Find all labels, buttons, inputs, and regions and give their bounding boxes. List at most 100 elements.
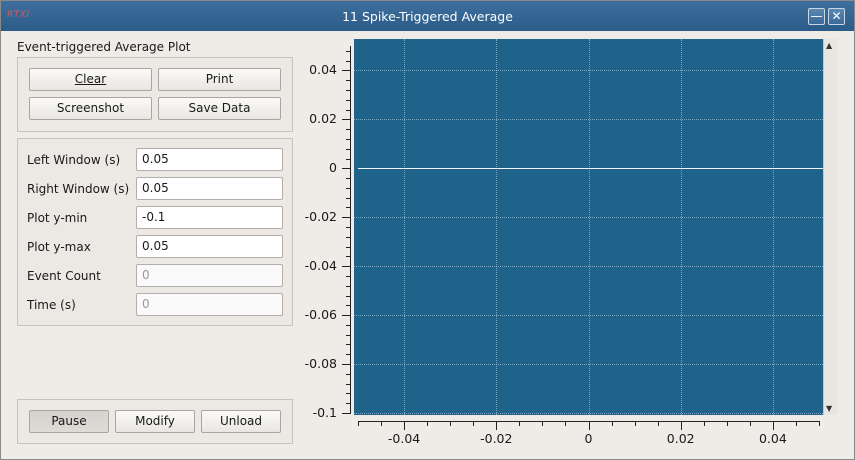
y-minor-tick [346,80,350,81]
x-gridline [496,39,498,415]
y-minor-tick [346,325,350,326]
param-label-right-window: Right Window (s) [27,182,130,196]
y-minor-tick [346,384,350,385]
y-minor-tick [346,305,350,306]
y-minor-tick [346,61,350,62]
x-gridline [772,39,774,415]
y-minor-tick [346,256,350,257]
clear-button[interactable]: Clear [29,68,152,91]
unload-button[interactable]: Unload [201,410,281,433]
y-tick-label: -0.04 [304,258,337,274]
y-minor-tick [346,413,350,414]
y-minor-tick [346,344,350,345]
param-label-plot-ymin: Plot y-min [27,211,88,225]
y-minor-tick [346,354,350,355]
pause-button[interactable]: Pause [29,410,109,433]
y-minor-tick [346,90,350,91]
window-title: 11 Spike-Triggered Average [342,9,513,24]
y-tick-label: -0.02 [304,209,337,225]
plot-scrollbar[interactable]: ▲ ▼ [823,39,838,415]
y-minor-tick [346,296,350,297]
y-tick-label: 0 [329,160,337,176]
plot-area[interactable] [354,39,823,415]
y-tick-label: -0.1 [312,405,337,420]
plot-ymax-input[interactable]: 0.05 [136,235,283,258]
x-minor-tick [404,422,405,426]
x-gridline [404,39,406,415]
modify-button[interactable]: Modify [115,410,195,433]
y-tick-label: -0.08 [304,356,337,372]
plugin-window: RTXI 11 Spike-Triggered Average — ✕ Even… [0,0,855,460]
y-minor-tick [346,247,350,248]
param-label-left-window: Left Window (s) [27,153,121,167]
y-axis [350,46,351,414]
left-window-input[interactable]: 0.05 [136,148,283,171]
y-minor-tick [346,110,350,111]
x-minor-tick [496,422,497,426]
x-gridline [588,39,590,415]
x-tick-label: -0.02 [480,431,513,446]
y-minor-tick [346,227,350,228]
title-bar[interactable]: RTXI 11 Spike-Triggered Average — ✕ [1,1,854,31]
param-label-plot-ymax: Plot y-max [27,240,91,254]
y-minor-tick [346,403,350,404]
x-gridline [680,39,682,415]
y-minor-tick [346,119,350,120]
x-minor-tick [519,422,520,426]
time-field: 0 [136,293,283,316]
x-minor-tick [542,422,543,426]
x-minor-tick [450,422,451,426]
x-minor-tick [750,422,751,426]
x-minor-tick [819,422,820,426]
x-minor-tick [565,422,566,426]
y-minor-tick [346,188,350,189]
y-minor-tick [346,129,350,130]
controls-group: Pause Modify Unload [17,399,293,444]
y-tick-label: -0.06 [304,307,337,323]
x-minor-tick [358,422,359,426]
y-minor-tick [346,70,350,71]
y-minor-tick [346,207,350,208]
y-minor-tick [346,178,350,179]
x-tick-label: 0.02 [666,431,695,446]
x-minor-tick [796,422,797,426]
y-minor-tick [346,335,350,336]
scroll-up-icon[interactable]: ▲ [826,41,832,50]
minimize-button[interactable]: — [808,8,825,25]
x-tick-label: 0 [584,431,593,446]
plot-ymin-input[interactable]: -0.1 [136,206,283,229]
y-minor-tick [346,364,350,365]
y-minor-tick [346,149,350,150]
panel-title: Event-triggered Average Plot [17,40,191,54]
clear-button-label: Clear [74,72,107,86]
x-minor-tick [635,422,636,426]
minimize-icon: — [810,9,823,23]
x-minor-tick [727,422,728,426]
x-tick-label: 0.04 [758,431,787,446]
x-tick-label: -0.04 [387,431,421,446]
event-count-field: 0 [136,264,283,287]
x-minor-tick [381,422,382,426]
x-minor-tick [773,422,774,426]
y-minor-tick [346,139,350,140]
y-minor-tick [346,198,350,199]
y-tick-label: 0.04 [309,62,337,78]
y-minor-tick [346,159,350,160]
y-minor-tick [346,276,350,277]
x-minor-tick [681,422,682,426]
print-button[interactable]: Print [158,68,281,91]
x-minor-tick [704,422,705,426]
right-window-input[interactable]: 0.05 [136,177,283,200]
x-minor-tick [427,422,428,426]
y-tick-label: 0.02 [309,111,337,127]
y-minor-tick [346,374,350,375]
close-button[interactable]: ✕ [828,8,845,25]
screenshot-button[interactable]: Screenshot [29,97,152,120]
actions-group: Clear Print Screenshot Save Data [17,57,293,132]
param-label-event-count: Event Count [27,269,101,283]
y-minor-tick [346,286,350,287]
save-data-button[interactable]: Save Data [158,97,281,120]
y-minor-tick [346,217,350,218]
scroll-down-icon[interactable]: ▼ [826,404,832,413]
y-minor-tick [346,266,350,267]
